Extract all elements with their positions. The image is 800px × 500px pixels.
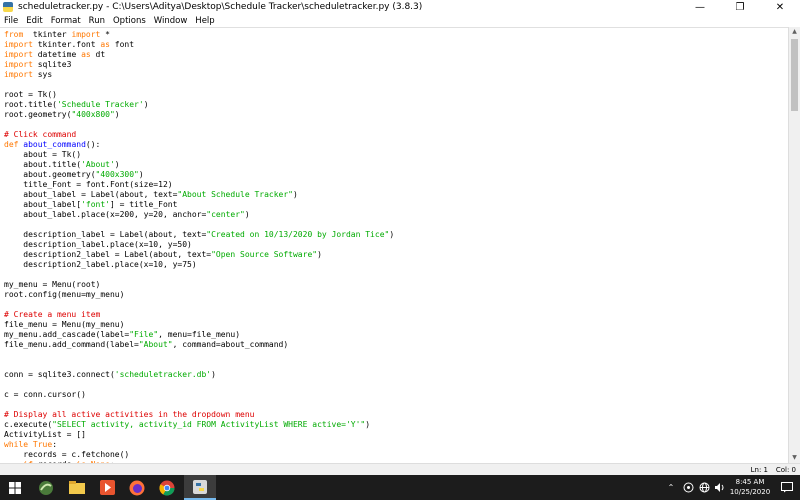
menu-run[interactable]: Run [85, 16, 109, 26]
taskbar-python-idle[interactable] [184, 475, 216, 500]
code-line[interactable]: root.geometry("400x800") [4, 110, 120, 119]
globe-icon [699, 482, 709, 493]
vertical-scrollbar[interactable]: ▲ ▼ [788, 27, 800, 463]
firefox-icon [129, 480, 145, 495]
code-line[interactable]: about_label = Label(about, text="About S… [4, 190, 298, 199]
tray-circle-icon [683, 482, 693, 493]
code-line[interactable]: about = Tk() [4, 150, 81, 159]
code-line[interactable]: # Display all active activities in the d… [4, 410, 254, 419]
play-icon [99, 480, 115, 495]
tray-app-icon[interactable] [680, 475, 696, 500]
volume-icon[interactable] [712, 475, 726, 500]
taskbar-chrome[interactable] [152, 475, 182, 500]
taskbar-media-player[interactable] [92, 475, 122, 500]
code-line[interactable]: root.title('Schedule Tracker') [4, 100, 149, 109]
code-line[interactable]: import datetime as dt [4, 50, 105, 59]
windows-logo-icon [9, 481, 21, 494]
menu-window[interactable]: Window [150, 16, 192, 26]
code-line[interactable]: conn = sqlite3.connect('scheduletracker.… [4, 370, 216, 379]
taskbar-file-explorer[interactable] [62, 475, 92, 500]
close-button[interactable]: ✕ [760, 0, 800, 14]
minimize-button[interactable]: — [680, 0, 720, 14]
folder-icon [69, 481, 85, 494]
taskbar-app-1[interactable] [30, 475, 62, 500]
window-title: scheduletracker.py - C:\Users\Aditya\Des… [18, 2, 423, 12]
title-bar: scheduletracker.py - C:\Users\Aditya\Des… [0, 0, 800, 14]
code-line[interactable]: c.execute("SELECT activity, activity_id … [4, 420, 370, 429]
code-line[interactable]: ActivityList = [] [4, 430, 86, 439]
code-line[interactable]: c = conn.cursor() [4, 390, 86, 399]
code-line[interactable]: file_menu = Menu(my_menu) [4, 320, 124, 329]
clock-date: 10/25/2020 [729, 488, 771, 496]
code-line[interactable]: file_menu.add_command(label="About", com… [4, 340, 288, 349]
code-editor[interactable]: from tkinter import * import tkinter.fon… [0, 27, 789, 464]
code-line[interactable]: about.geometry("400x300") [4, 170, 143, 179]
scrollbar-thumb[interactable] [791, 39, 798, 111]
status-column: Col: 0 [775, 466, 796, 474]
code-line[interactable]: root = Tk() [4, 90, 57, 99]
code-line[interactable]: my_menu = Menu(root) [4, 280, 100, 289]
code-line[interactable]: my_menu.add_cascade(label="File", menu=f… [4, 330, 240, 339]
menu-options[interactable]: Options [109, 16, 150, 26]
maximize-button[interactable]: ❐ [720, 0, 760, 14]
code-line[interactable]: about_label['font'] = title_Font [4, 200, 177, 209]
code-line[interactable]: about.title('About') [4, 160, 119, 169]
notification-icon [781, 482, 793, 493]
taskbar-firefox[interactable] [122, 475, 152, 500]
code-line[interactable]: # Click command [4, 130, 76, 139]
code-line[interactable]: records = c.fetchone() [4, 450, 129, 459]
action-center-button[interactable] [776, 475, 798, 500]
code-line[interactable]: description2_label = Label(about, text="… [4, 250, 322, 259]
code-line[interactable]: title_Font = font.Font(size=12) [4, 180, 172, 189]
speaker-icon [714, 483, 723, 492]
window-controls: — ❐ ✕ [680, 0, 800, 14]
chrome-icon [159, 480, 175, 496]
show-hidden-icons-chevron-icon[interactable]: ⌃ [664, 475, 678, 500]
code-line[interactable]: description_label.place(x=10, y=50) [4, 240, 192, 249]
status-line: Ln: 1 [750, 466, 768, 474]
code-line[interactable]: from tkinter import * [4, 30, 110, 39]
taskbar-clock[interactable]: 8:45 AM 10/25/2020 [726, 477, 774, 497]
menu-edit[interactable]: Edit [22, 16, 46, 26]
code-text[interactable]: from tkinter import * import tkinter.fon… [0, 28, 789, 464]
code-line[interactable]: root.config(menu=my_menu) [4, 290, 124, 299]
network-icon[interactable] [697, 475, 711, 500]
start-button[interactable] [0, 475, 30, 500]
menu-file[interactable]: File [0, 16, 22, 26]
app-swirl-icon [39, 480, 53, 495]
menu-help[interactable]: Help [191, 16, 218, 26]
code-line[interactable]: import tkinter.font as font [4, 40, 134, 49]
code-line[interactable]: # Create a menu item [4, 310, 100, 319]
code-line[interactable]: description_label = Label(about, text="C… [4, 230, 394, 239]
code-line[interactable]: description2_label.place(x=10, y=75) [4, 260, 196, 269]
menu-format[interactable]: Format [47, 16, 85, 26]
code-line[interactable]: import sqlite3 [4, 60, 71, 69]
scroll-down-arrow-icon[interactable]: ▼ [789, 453, 800, 463]
code-line[interactable]: about_label.place(x=200, y=20, anchor="c… [4, 210, 249, 219]
taskbar: ⌃ 8:45 AM 10/25/2020 [0, 475, 800, 500]
scroll-up-arrow-icon[interactable]: ▲ [789, 27, 800, 37]
code-line[interactable]: def about_command(): [4, 140, 100, 149]
python-icon [193, 479, 207, 494]
code-line[interactable]: while True: [4, 440, 57, 449]
clock-time: 8:45 AM [735, 478, 765, 486]
python-idle-icon [3, 2, 13, 12]
menu-bar: File Edit Format Run Options Window Help [0, 14, 800, 27]
code-line[interactable]: import sys [4, 70, 52, 79]
